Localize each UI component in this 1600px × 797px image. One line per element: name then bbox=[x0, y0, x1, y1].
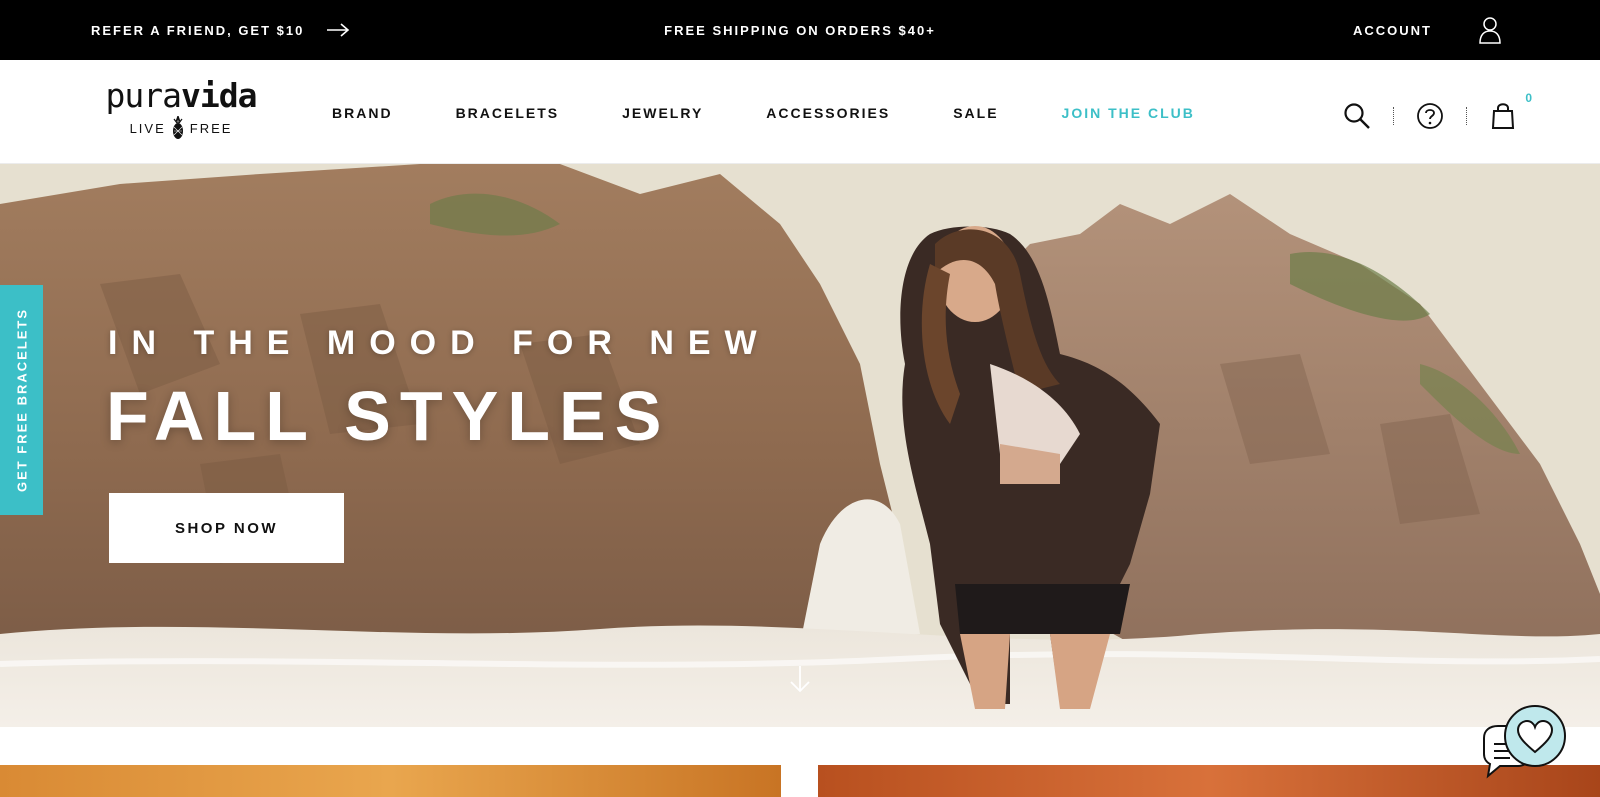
main-nav: BRAND BRACELETS JEWELRY ACCESSORIES SALE… bbox=[332, 100, 1258, 126]
hero-headline: FALL STYLES bbox=[106, 377, 671, 455]
divider bbox=[1466, 107, 1467, 125]
logo-wordmark: puravida bbox=[91, 78, 271, 114]
search-button[interactable] bbox=[1340, 99, 1374, 133]
cart-button[interactable]: 0 bbox=[1486, 91, 1532, 133]
logo-wordmark-bold: vida bbox=[181, 76, 257, 115]
hero-banner: IN THE MOOD FOR NEW FALL STYLES SHOP NOW bbox=[0, 164, 1600, 727]
nav-item-brand[interactable]: BRAND bbox=[332, 105, 393, 121]
nav-item-accessories[interactable]: ACCESSORIES bbox=[766, 105, 890, 121]
help-button[interactable] bbox=[1413, 99, 1447, 133]
free-bracelets-tab[interactable]: GET FREE BRACELETS bbox=[0, 285, 43, 515]
account-link[interactable]: ACCOUNT bbox=[1353, 14, 1502, 46]
logo-tagline: LIVE FREE bbox=[91, 116, 271, 140]
arrow-down-icon[interactable] bbox=[788, 664, 812, 694]
nav-item-join-the-club[interactable]: JOIN THE CLUB bbox=[1062, 105, 1195, 121]
pineapple-icon bbox=[172, 116, 183, 139]
divider bbox=[1393, 107, 1394, 125]
nav-item-sale[interactable]: SALE bbox=[953, 105, 998, 121]
utility-icons: 0 bbox=[1340, 91, 1532, 136]
logo-wordmark-light: pura bbox=[105, 76, 182, 115]
shopping-bag-icon bbox=[1491, 103, 1515, 129]
help-icon bbox=[1417, 103, 1443, 129]
hero-kicker: IN THE MOOD FOR NEW bbox=[108, 324, 771, 362]
free-bracelets-label: GET FREE BRACELETS bbox=[14, 307, 29, 493]
cart-count-badge: 0 bbox=[1525, 91, 1532, 105]
shipping-banner-text: FREE SHIPPING ON ORDERS $40+ bbox=[664, 22, 936, 38]
promo-tile-left[interactable] bbox=[0, 765, 781, 797]
nav-item-bracelets[interactable]: BRACELETS bbox=[456, 105, 560, 121]
chat-widget-icon[interactable] bbox=[1478, 704, 1574, 784]
site-header: puravida LIVE FREE BRAND BRACELETS JEWEL… bbox=[0, 60, 1600, 164]
account-label: ACCOUNT bbox=[1353, 22, 1432, 38]
nav-item-jewelry[interactable]: JEWELRY bbox=[622, 105, 703, 121]
brand-logo[interactable]: puravida LIVE FREE bbox=[91, 78, 271, 142]
announcement-bar: REFER A FRIEND, GET $10 FREE SHIPPING ON… bbox=[0, 0, 1600, 60]
logo-tagline-right: FREE bbox=[189, 120, 233, 136]
search-icon bbox=[1344, 103, 1370, 129]
user-icon bbox=[1479, 17, 1501, 44]
logo-tagline-left: LIVE bbox=[129, 120, 166, 136]
shop-now-button[interactable]: SHOP NOW bbox=[109, 493, 344, 563]
